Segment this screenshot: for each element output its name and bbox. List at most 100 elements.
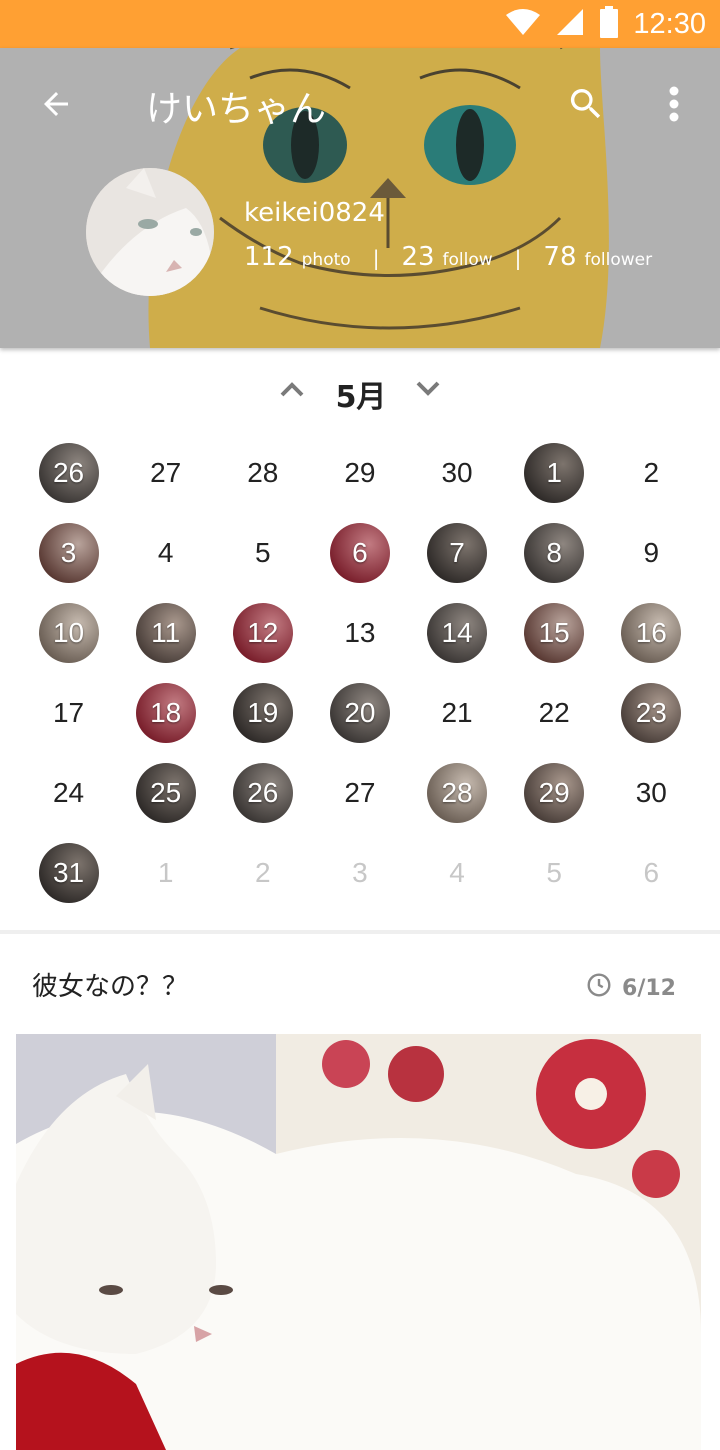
post-title: 彼女なの？？ — [32, 972, 189, 1002]
calendar-day-cell[interactable]: 18 — [117, 673, 214, 753]
status-bar: 12:30 — [0, 0, 720, 48]
calendar-day-cell[interactable]: 10 — [20, 593, 117, 673]
calendar-week: 24 25 26 27 28 29 30 — [20, 753, 700, 833]
calendar-week: 31 1 2 3 4 5 6 — [20, 833, 700, 913]
calendar-day-with-photo[interactable]: 26 — [232, 763, 293, 823]
calendar-day-cell[interactable]: 31 — [20, 833, 117, 913]
back-button[interactable] — [28, 78, 84, 134]
calendar-day-cell: 29 — [311, 433, 408, 513]
calendar-day: 5 — [255, 537, 271, 568]
calendar-day-cell[interactable]: 8 — [506, 513, 603, 593]
calendar-week: 10 11 12 13 14 15 16 — [20, 593, 700, 673]
calendar-day-cell: 27 — [117, 433, 214, 513]
follower-count[interactable]: 78 — [543, 242, 576, 272]
calendar-day: 6 — [643, 857, 660, 888]
calendar-day: 30 — [441, 457, 473, 488]
calendar-day-cell[interactable]: 11 — [117, 593, 214, 673]
calendar-day-with-photo[interactable]: 28 — [427, 763, 488, 823]
calendar-day-cell: 6 — [603, 833, 700, 913]
calendar-day: 22 — [538, 697, 570, 728]
avatar[interactable] — [86, 168, 214, 296]
calendar-day-with-photo[interactable]: 8 — [524, 523, 585, 583]
next-month-button[interactable] — [410, 376, 446, 406]
calendar-day-cell[interactable]: 6 — [311, 513, 408, 593]
calendar-day-cell: 21 — [409, 673, 506, 753]
calendar-day-cell[interactable]: 26 — [20, 433, 117, 513]
calendar-day-with-photo[interactable]: 11 — [135, 603, 196, 663]
calendar-day-with-photo[interactable]: 16 — [621, 603, 682, 663]
calendar-day-with-photo[interactable]: 29 — [524, 763, 585, 823]
avatar-cat-image — [86, 168, 214, 296]
calendar-day-cell: 24 — [20, 753, 117, 833]
calendar-day-cell: 1 — [117, 833, 214, 913]
calendar-day-cell: 28 — [214, 433, 311, 513]
photo-label: photo — [301, 250, 351, 270]
calendar-day-with-photo[interactable]: 6 — [329, 523, 390, 583]
calendar-day-with-photo[interactable]: 10 — [38, 603, 99, 663]
calendar-day-with-photo[interactable]: 1 — [524, 443, 585, 503]
calendar-day-cell: 3 — [311, 833, 408, 913]
calendar-day-cell[interactable]: 16 — [603, 593, 700, 673]
wifi-icon — [505, 7, 541, 41]
more-options-button[interactable] — [648, 78, 700, 134]
previous-month-button[interactable] — [274, 376, 310, 406]
month-navigation: 5月 — [0, 360, 720, 422]
calendar-day: 1 — [157, 857, 174, 888]
calendar-day-cell[interactable]: 25 — [117, 753, 214, 833]
calendar-day-cell: 5 — [506, 833, 603, 913]
calendar-day-cell[interactable]: 26 — [214, 753, 311, 833]
calendar-day-cell: 13 — [311, 593, 408, 673]
calendar-day-cell: 4 — [117, 513, 214, 593]
calendar-day-with-photo[interactable]: 20 — [329, 683, 390, 743]
calendar-day-cell[interactable]: 12 — [214, 593, 311, 673]
calendar-day-cell[interactable]: 1 — [506, 433, 603, 513]
photo-count[interactable]: 112 — [244, 242, 294, 272]
calendar-day-with-photo[interactable]: 3 — [38, 523, 99, 583]
calendar-day-with-photo[interactable]: 31 — [38, 843, 99, 903]
calendar-day-cell: 17 — [20, 673, 117, 753]
calendar-day: 5 — [546, 857, 562, 888]
calendar-day-cell: 30 — [603, 753, 700, 833]
calendar-day: 30 — [635, 777, 667, 808]
calendar-day-with-photo[interactable]: 19 — [232, 683, 293, 743]
calendar-day-cell: 2 — [603, 433, 700, 513]
calendar-day: 4 — [449, 857, 465, 888]
calendar-day-with-photo[interactable]: 12 — [232, 603, 293, 663]
calendar-day: 21 — [441, 697, 473, 728]
username: keikei0824 — [244, 198, 385, 228]
calendar-day-cell[interactable]: 29 — [506, 753, 603, 833]
calendar-day-cell[interactable]: 19 — [214, 673, 311, 753]
calendar-day-with-photo[interactable]: 14 — [427, 603, 488, 663]
calendar-day-with-photo[interactable]: 18 — [135, 683, 196, 743]
clock-icon — [586, 972, 612, 1004]
stat-divider: | — [372, 246, 380, 270]
page-title: けいちゃん — [146, 89, 327, 130]
calendar-day-cell[interactable]: 28 — [409, 753, 506, 833]
search-icon — [566, 84, 606, 128]
calendar-day-with-photo[interactable]: 15 — [524, 603, 585, 663]
follower-label: follower — [584, 250, 653, 270]
calendar-day-with-photo[interactable]: 26 — [38, 443, 99, 503]
search-button[interactable] — [558, 78, 614, 134]
chevron-down-icon — [416, 381, 440, 401]
post-date-text: 6/12 — [622, 975, 676, 1001]
calendar-day-cell[interactable]: 20 — [311, 673, 408, 753]
calendar-day-with-photo[interactable]: 25 — [135, 763, 196, 823]
calendar-day: 2 — [643, 457, 660, 488]
calendar-day-cell: 30 — [409, 433, 506, 513]
calendar-day-cell[interactable]: 14 — [409, 593, 506, 673]
battery-icon — [599, 6, 619, 42]
calendar-day-cell[interactable]: 3 — [20, 513, 117, 593]
status-icons: 12:30 — [505, 6, 706, 42]
calendar-day-cell[interactable]: 23 — [603, 673, 700, 753]
calendar-day-cell[interactable]: 7 — [409, 513, 506, 593]
calendar-day-with-photo[interactable]: 7 — [427, 523, 488, 583]
back-arrow-icon — [38, 86, 74, 126]
calendar-day-with-photo[interactable]: 23 — [621, 683, 682, 743]
calendar-day-cell: 22 — [506, 673, 603, 753]
post-photo[interactable] — [16, 1034, 701, 1450]
follow-count[interactable]: 23 — [401, 242, 434, 272]
post-date: 6/12 — [586, 972, 676, 1004]
calendar-day-cell[interactable]: 15 — [506, 593, 603, 673]
chevron-up-icon — [280, 381, 304, 401]
